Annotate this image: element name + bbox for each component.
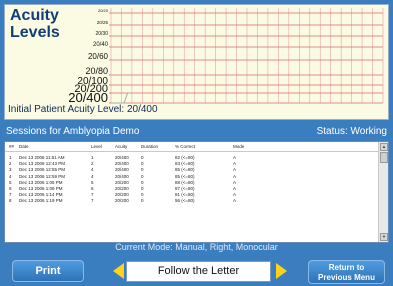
sessions-table: ## Date Level Acuity Duration % Correct … (4, 141, 389, 243)
col-acuity-header: Acuity (115, 144, 128, 149)
acuity-chart: 20/40020/20020/10020/8020/6020/4020/3020… (68, 8, 384, 105)
table-body: 1 Dec 13 2006 11:51 AM 1 20/400 0 82 (<=80) A 2… (5, 153, 380, 203)
next-exercise-arrow-icon[interactable] (276, 263, 287, 279)
sessions-title: Sessions for Amblyopia Demo (6, 126, 140, 137)
y-tick-label: 20/60 (88, 52, 109, 61)
cell-date: Dec 13 2006 1:19 PM (19, 198, 63, 204)
col-number-header: ## (9, 144, 15, 149)
exercise-selector[interactable]: Follow the Letter (126, 261, 271, 282)
cell-number: 8 (9, 198, 12, 204)
acuity-series-line (113, 92, 132, 104)
y-tick-label: 20/40 (93, 42, 109, 48)
cell-mode: A (233, 198, 237, 204)
y-tick-label: 20/80 (85, 66, 108, 76)
sessions-header-bar: Sessions for Amblyopia Demo Status: Work… (4, 125, 389, 139)
y-tick-label: 20/25 (97, 20, 109, 25)
cell-level: 7 (91, 198, 94, 204)
scroll-up-icon[interactable]: ▲ (380, 143, 388, 151)
acuity-chart-panel: Acuity Levels 20/400 20/200 20/100 20/80 20/… (4, 4, 389, 120)
col-date-header: Date (19, 144, 29, 149)
y-tick-label: 20/20 (98, 8, 109, 13)
chart-y-ticks: 20/40020/20020/10020/8020/6020/4020/3020… (68, 8, 109, 105)
current-mode-text: Current Mode: Manual, Right, Monocular (115, 242, 278, 252)
return-button-line2: Previous Menu (318, 273, 375, 282)
col-level-header: Level (91, 144, 102, 149)
col-duration-header: Duration (141, 144, 159, 149)
y-tick-label: 20/100 (77, 76, 108, 87)
cell-percent-correct: 56 (<=80) (175, 198, 195, 204)
print-button[interactable]: Print (12, 260, 84, 282)
cell-duration: 0 (141, 198, 144, 204)
scroll-thumb[interactable] (380, 152, 388, 163)
table-scrollbar[interactable]: ▲ ▼ (378, 142, 388, 242)
col-percent-correct-header: % Correct (175, 144, 196, 149)
col-mode-header: Mode (233, 144, 245, 149)
status-text: Status: Working (316, 126, 387, 137)
y-tick-label: 20/30 (95, 31, 108, 37)
initial-acuity-label: Initial Patient Acuity Level: 20/400 (8, 104, 158, 115)
previous-exercise-arrow-icon[interactable] (113, 263, 124, 279)
table-row[interactable]: 8 Dec 13 2006 1:19 PM 7 20/200 0 56 (<=80) A (5, 196, 380, 204)
scroll-down-icon[interactable]: ▼ (380, 233, 388, 241)
cell-acuity: 20/200 (115, 198, 129, 204)
return-button-line1: Return to (328, 263, 365, 272)
return-to-previous-menu-button[interactable]: Return to Previous Menu (308, 260, 385, 284)
chart-grid (109, 8, 384, 104)
chart-series (113, 92, 132, 104)
table-header: ## Date Level Acuity Duration % Correct … (5, 142, 380, 152)
